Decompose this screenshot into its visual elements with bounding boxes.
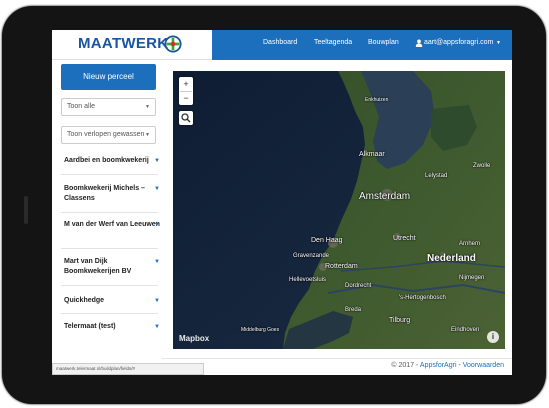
map-label-alkmaar: Alkmaar (359, 151, 385, 158)
nav-bouwplan[interactable]: Bouwplan (368, 39, 399, 46)
farm-item[interactable]: M van der Werf van Leeuwen ▼ (64, 220, 160, 230)
tablet-side-button (24, 196, 28, 224)
footer-brand-link[interactable]: AppsforAgri (420, 362, 457, 369)
farm-item-label: Boomkwekerij Michels – Classens (64, 185, 145, 202)
divider (61, 285, 158, 286)
farm-item-label: Mart van Dijk Boomkwekerijen BV (64, 258, 132, 275)
map-label-hellevoetsluis: Hellevoetsluis (289, 277, 327, 283)
mapbox-attribution: Mapbox (179, 334, 210, 343)
zoom-out-button[interactable]: − (179, 91, 193, 105)
crops-select-value: Toon verlopen gewassen (67, 131, 145, 138)
map-label-dordrecht: Dordrecht (345, 283, 372, 289)
divider (61, 313, 158, 314)
map-label-enkhuizen: Enkhuizen (365, 97, 389, 103)
info-icon[interactable]: i (487, 331, 499, 343)
top-navbar: MAATWERK Dashboard Teeltagenda Bouwplan … (52, 30, 512, 60)
search-icon (181, 113, 191, 123)
crops-select[interactable]: Toon verlopen gewassen ▼ (61, 126, 156, 144)
sidebar: Nieuw perceel Toon alle ▼ Toon verlopen … (52, 60, 162, 358)
chevron-down-icon: ▼ (145, 132, 150, 138)
footer: © 2017 - AppsforAgri - Voorwaarden (162, 358, 512, 375)
footer-text: © 2017 - AppsforAgri - Voorwaarden (391, 362, 504, 369)
map-label-arnhem: Arnhem (459, 241, 481, 247)
logo-icon (164, 35, 182, 53)
tablet-device: MAATWERK Dashboard Teeltagenda Bouwplan … (0, 0, 549, 408)
map-label-lelystad: Lelystad (425, 173, 448, 179)
farm-item[interactable]: Mart van Dijk Boomkwekerijen BV ▼ (64, 257, 160, 277)
map-label-middelburg: Middelburg Goes (241, 327, 280, 333)
logo-text: MAATWERK (78, 35, 169, 52)
chevron-down-icon: ▼ (154, 158, 160, 164)
map-label-gravenzande: Gravenzande (293, 253, 330, 259)
chevron-down-icon: ▼ (154, 186, 160, 192)
chevron-down-icon: ▼ (154, 259, 160, 265)
farm-item[interactable]: Aardbei en boomkwekerij ▼ (64, 156, 160, 166)
map-search-button[interactable] (179, 111, 193, 125)
chevron-down-icon: ▼ (145, 104, 150, 110)
chevron-down-icon: ▼ (154, 324, 160, 330)
map-terrain (173, 71, 505, 349)
user-menu[interactable]: aart@appsforagri.com (424, 39, 493, 46)
nav-teeltagenda[interactable]: Teeltagenda (314, 39, 352, 46)
zoom-control: + − (179, 77, 193, 105)
chevron-down-icon: ▼ (496, 40, 501, 46)
farm-item-label: Aardbei en boomkwekerij (64, 157, 149, 164)
satellite-map[interactable]: Enkhuizen Alkmaar Lelystad Zwolle Amster… (173, 71, 505, 349)
map-label-tilburg: Tilburg (389, 317, 411, 324)
map-label-den-haag: Den Haag (311, 237, 343, 244)
footer-terms-link[interactable]: Voorwaarden (463, 362, 504, 369)
farm-item-label: Telermaat (test) (64, 323, 116, 330)
farm-item[interactable]: Telermaat (test) ▼ (64, 322, 160, 332)
browser-status-url: maatwerk.telermaat.nl/buildplan/fields/# (52, 363, 204, 375)
divider (180, 91, 192, 92)
zoom-in-button[interactable]: + (179, 77, 193, 91)
divider (61, 248, 158, 249)
chevron-down-icon: ▼ (154, 222, 160, 228)
new-field-button[interactable]: Nieuw perceel (61, 64, 156, 90)
map-label-utrecht: Utrecht (393, 235, 416, 242)
app-screen: MAATWERK Dashboard Teeltagenda Bouwplan … (52, 30, 512, 375)
farm-item-label: Quickhedge (64, 297, 105, 304)
map-label-amsterdam: Amsterdam (359, 191, 411, 202)
filter-select-value: Toon alle (67, 103, 96, 110)
nav-dashboard[interactable]: Dashboard (263, 39, 297, 46)
map-label-hertogenbosch: 's-Hertogenbosch (399, 295, 446, 301)
map-label-eindhoven: Eindhoven (451, 327, 480, 333)
logo-area[interactable]: MAATWERK (52, 30, 212, 60)
farm-item[interactable]: Quickhedge ▼ (64, 296, 160, 306)
divider (61, 212, 158, 213)
divider (61, 174, 158, 175)
map-label-nijmegen: Nijmegen (459, 275, 485, 281)
map-label-breda: Breda (345, 307, 362, 313)
farm-item-label: M van der Werf van Leeuwen (64, 221, 160, 228)
copyright: © 2017 - (391, 362, 420, 369)
chevron-down-icon: ▼ (154, 298, 160, 304)
farm-item[interactable]: Boomkwekerij Michels – Classens ▼ (64, 184, 160, 204)
map-label-nederland: Nederland (427, 253, 476, 264)
map-label-zwolle: Zwolle (473, 163, 491, 169)
user-icon (415, 39, 423, 47)
filter-select[interactable]: Toon alle ▼ (61, 98, 156, 116)
map-label-rotterdam: Rotterdam (325, 263, 358, 270)
